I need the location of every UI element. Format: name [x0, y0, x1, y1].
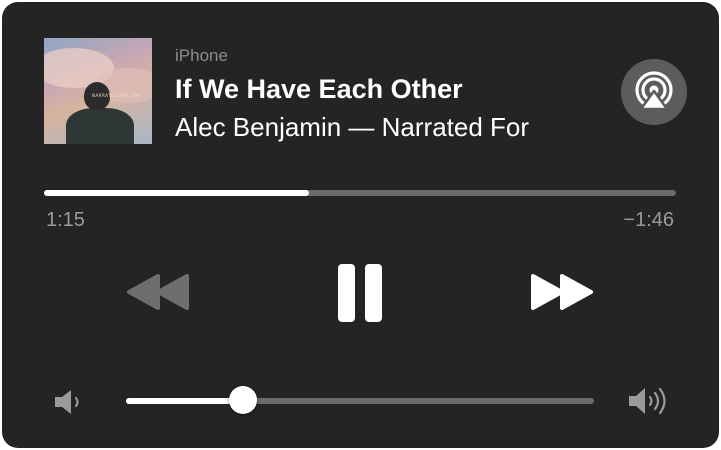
progress-fill [44, 190, 310, 196]
volume-knob[interactable] [229, 386, 257, 414]
track-title: If We Have Each Other [175, 74, 463, 104]
volume-low-icon [55, 390, 79, 414]
rewind-icon [127, 274, 189, 310]
airplay-button[interactable] [621, 59, 687, 125]
progress-scrubber[interactable] [44, 190, 676, 196]
volume-slider[interactable] [126, 386, 594, 414]
now-playing-panel: NARRATED FOR YOU iPhone If We Have Each … [2, 2, 719, 448]
volume-up-button[interactable] [626, 382, 676, 420]
volume-down-button[interactable] [52, 385, 86, 419]
volume-fill [126, 398, 243, 404]
remaining-time: −1:46 [623, 209, 674, 231]
pause-button[interactable] [332, 260, 388, 326]
fast-forward-icon [531, 274, 593, 310]
album-artwork[interactable]: NARRATED FOR YOU [44, 38, 152, 144]
volume-high-icon [629, 387, 666, 415]
pause-icon [338, 264, 382, 322]
fast-forward-button[interactable] [526, 270, 598, 314]
artwork-text: NARRATED FOR YOU [92, 93, 141, 98]
artist-album-line: Alec Benjamin — Narrated For [175, 112, 530, 142]
rewind-button[interactable] [122, 270, 194, 314]
airplay-icon [635, 71, 673, 111]
artwork-figure-body [66, 108, 134, 144]
output-device-label: iPhone [175, 46, 228, 65]
elapsed-time: 1:15 [46, 209, 85, 231]
